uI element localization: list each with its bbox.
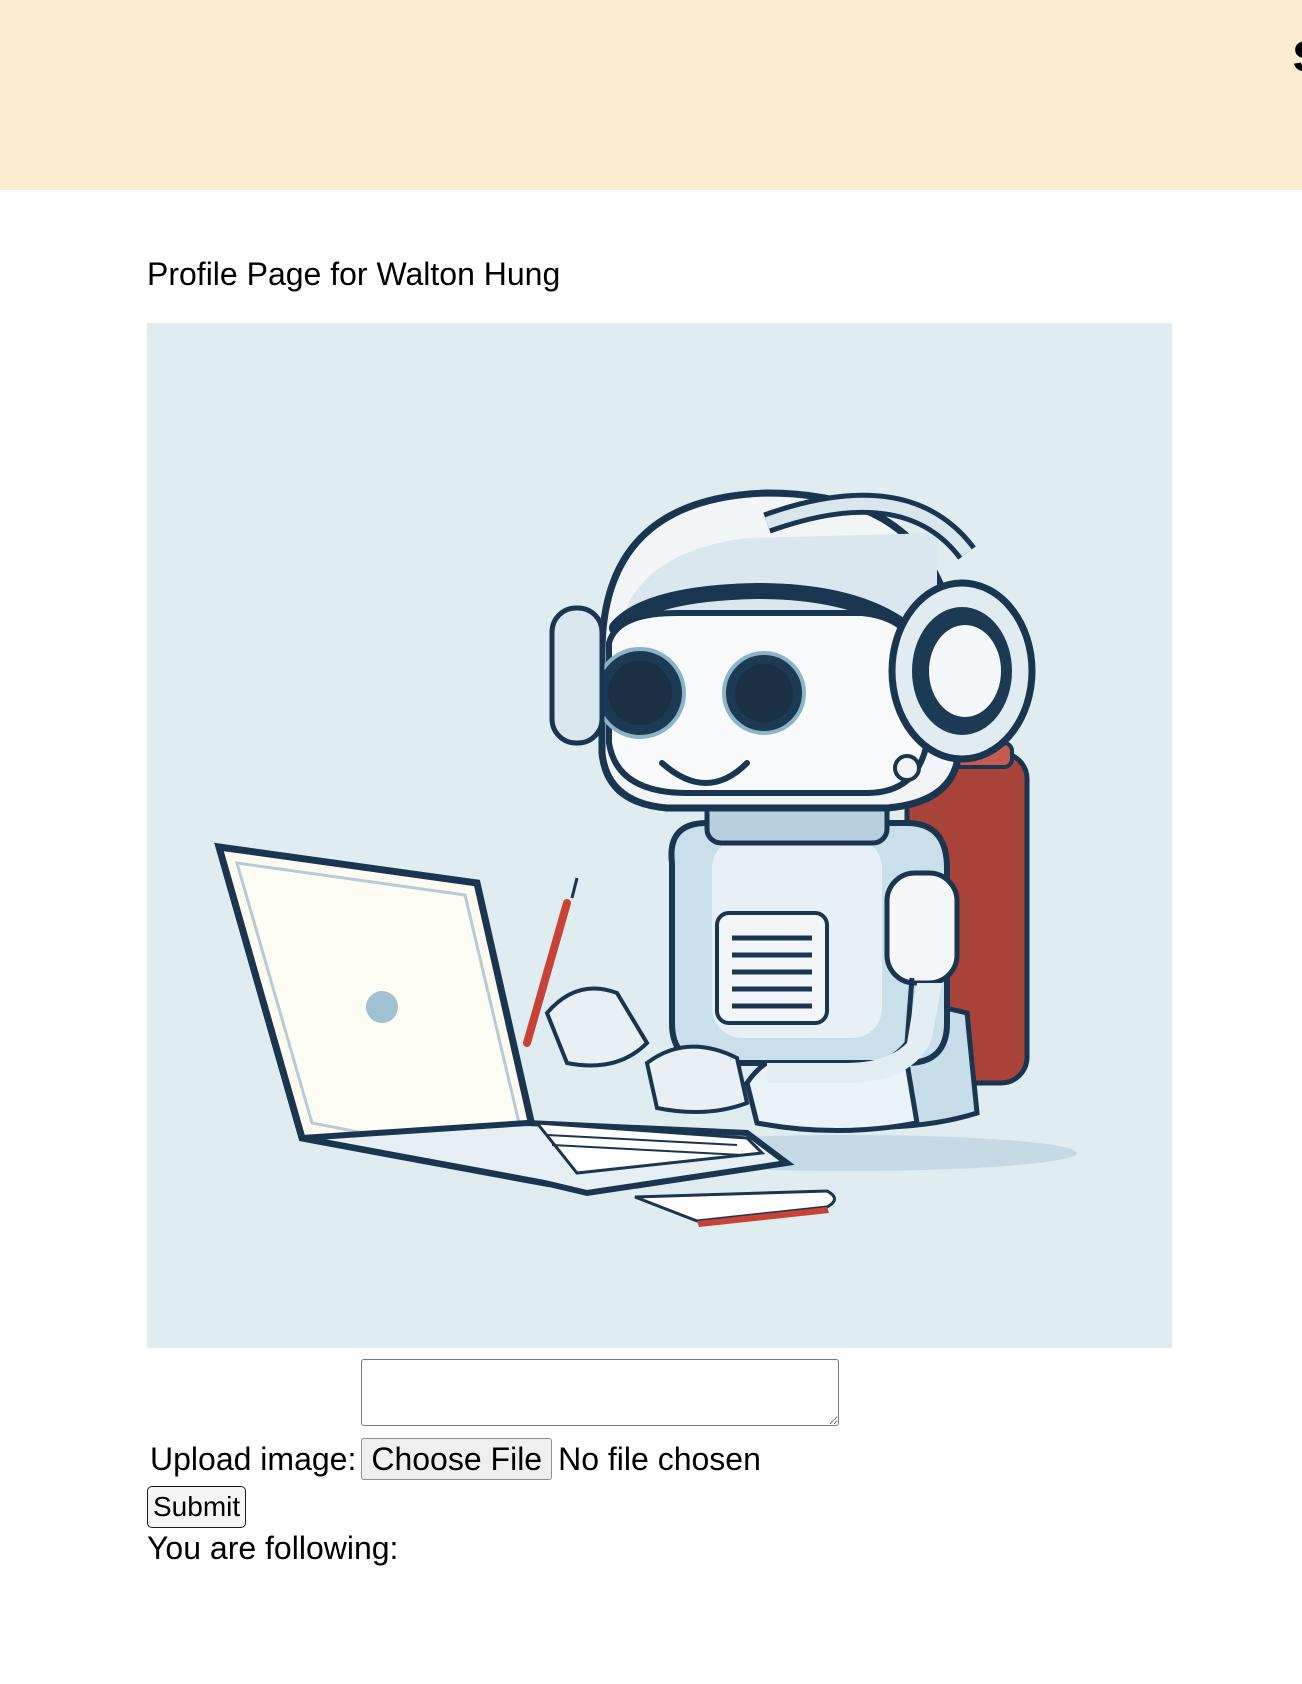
choose-file-button[interactable]: Choose File (361, 1438, 553, 1480)
site-header: s (0, 0, 1302, 190)
profile-image (147, 323, 1172, 1348)
upload-row: Upload image: Choose File No file chosen (150, 1437, 761, 1481)
following-label: You are following: (147, 1530, 399, 1566)
file-status-text: No file chosen (558, 1440, 761, 1477)
submit-button[interactable]: Submit (147, 1486, 247, 1528)
upload-image-label: Upload image: (150, 1440, 357, 1477)
header-title-partial: s (1292, 22, 1302, 82)
page-title: Profile Page for Walton Hung (147, 256, 561, 292)
robot-illustration (147, 323, 1172, 1348)
bio-textarea[interactable] (361, 1359, 839, 1426)
